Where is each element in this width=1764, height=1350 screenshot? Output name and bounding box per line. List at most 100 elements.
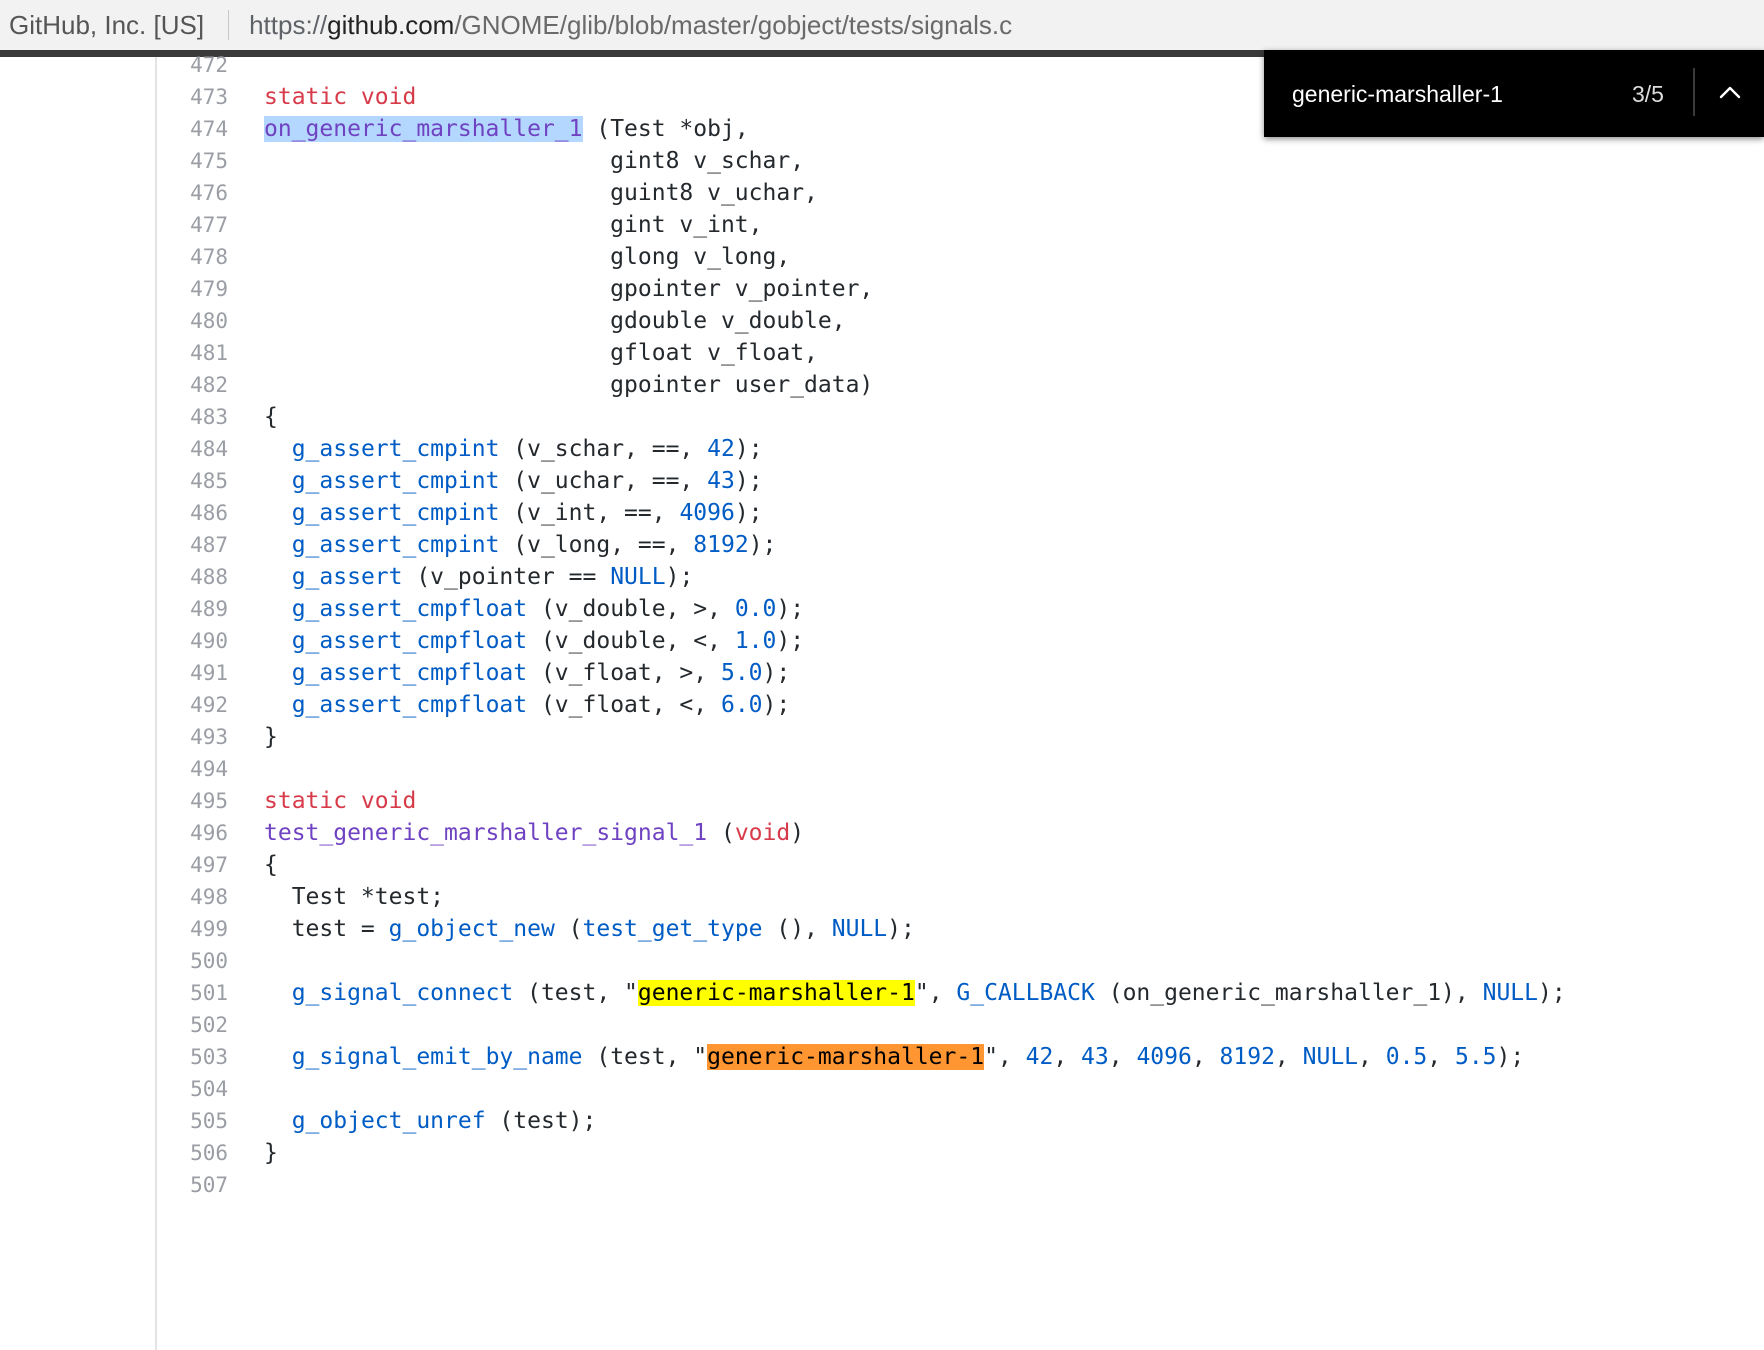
code-view[interactable]: 472 473 static void 474 on_generic_marshalle… bbox=[0, 53, 1764, 1350]
line-code: static void bbox=[264, 79, 416, 115]
code-line: 484 g_assert_cmpint (v_schar, ==, 42); bbox=[0, 431, 1764, 467]
code-token: glong v_long, bbox=[264, 244, 791, 270]
line-number[interactable]: 478 bbox=[160, 239, 228, 275]
code-token: gdouble v_double, bbox=[264, 308, 846, 334]
line-code: { bbox=[264, 847, 278, 883]
line-number[interactable]: 496 bbox=[160, 815, 228, 851]
line-number[interactable]: 487 bbox=[160, 527, 228, 563]
code-token: ); bbox=[776, 628, 805, 654]
line-number[interactable]: 492 bbox=[160, 687, 228, 723]
code-line: 501 g_signal_connect (test, "generic-mar… bbox=[0, 975, 1764, 1011]
line-code: gpointer v_pointer, bbox=[264, 271, 873, 307]
line-number[interactable]: 479 bbox=[160, 271, 228, 307]
line-code: gdouble v_double, bbox=[264, 303, 846, 339]
code-token: (Test *obj, bbox=[582, 116, 749, 142]
code-token: ); bbox=[734, 500, 763, 526]
code-token: guint8 v_uchar, bbox=[264, 180, 818, 206]
code-token: ); bbox=[762, 660, 791, 686]
code-token: 4096 bbox=[1136, 1044, 1192, 1070]
code-line: 475 gint8 v_schar, bbox=[0, 143, 1764, 179]
line-number[interactable]: 489 bbox=[160, 591, 228, 627]
line-number[interactable]: 475 bbox=[160, 143, 228, 179]
code-token: (v_pointer == bbox=[402, 564, 611, 590]
line-code: g_signal_emit_by_name (test, "generic-ma… bbox=[264, 1039, 1524, 1075]
line-number[interactable]: 486 bbox=[160, 495, 228, 531]
line-number[interactable]: 497 bbox=[160, 847, 228, 883]
code-token: (v_int, ==, bbox=[499, 500, 680, 526]
address-bar[interactable]: GitHub, Inc. [US] https://github.com/GNO… bbox=[0, 0, 1764, 50]
line-number[interactable]: 495 bbox=[160, 783, 228, 819]
code-line: 492 g_assert_cmpfloat (v_float, <, 6.0); bbox=[0, 687, 1764, 723]
line-number[interactable]: 477 bbox=[160, 207, 228, 243]
line-number[interactable]: 472 bbox=[160, 47, 228, 83]
find-query-input[interactable]: generic-marshaller-1 bbox=[1292, 81, 1503, 108]
line-code: } bbox=[264, 719, 278, 755]
code-token: (v_float, >, bbox=[527, 660, 721, 686]
code-token: (v_schar, ==, bbox=[499, 436, 708, 462]
line-code: glong v_long, bbox=[264, 239, 790, 275]
code-token: { bbox=[264, 852, 278, 878]
line-number[interactable]: 498 bbox=[160, 879, 228, 915]
line-code: gint8 v_schar, bbox=[264, 143, 804, 179]
code-token: (v_uchar, ==, bbox=[499, 468, 708, 494]
code-token: 8192 bbox=[693, 532, 749, 558]
code-token: static void bbox=[264, 788, 417, 814]
code-line: 499 test = g_object_new (test_get_type (… bbox=[0, 911, 1764, 947]
line-number[interactable]: 490 bbox=[160, 623, 228, 659]
line-number[interactable]: 485 bbox=[160, 463, 228, 499]
line-number[interactable]: 474 bbox=[160, 111, 228, 147]
selected-text: on_generic_marshaller_1 bbox=[264, 116, 583, 142]
line-code: g_assert_cmpfloat (v_double, >, 0.0); bbox=[264, 591, 804, 627]
code-line: 495 static void bbox=[0, 783, 1764, 819]
code-token: 0.5 bbox=[1385, 1044, 1428, 1070]
code-token: G_CALLBACK bbox=[956, 980, 1095, 1006]
code-token: g_object_unref bbox=[291, 1108, 486, 1134]
code-token: , bbox=[1427, 1044, 1455, 1070]
code-token: 1.0 bbox=[734, 628, 777, 654]
code-token: ); bbox=[1538, 980, 1566, 1006]
line-code: static void bbox=[264, 783, 416, 819]
line-number[interactable]: 494 bbox=[160, 751, 228, 787]
line-code: Test *test; bbox=[264, 879, 444, 915]
code-token: g_assert_cmpfloat bbox=[291, 628, 528, 654]
code-line: 476 guint8 v_uchar, bbox=[0, 175, 1764, 211]
line-number[interactable]: 501 bbox=[160, 975, 228, 1011]
line-number[interactable]: 502 bbox=[160, 1007, 228, 1043]
line-number[interactable]: 476 bbox=[160, 175, 228, 211]
code-line: 481 gfloat v_float, bbox=[0, 335, 1764, 371]
line-number[interactable]: 506 bbox=[160, 1135, 228, 1171]
line-number[interactable]: 499 bbox=[160, 911, 228, 947]
line-number[interactable]: 507 bbox=[160, 1167, 228, 1203]
line-number[interactable]: 483 bbox=[160, 399, 228, 435]
address-separator bbox=[228, 10, 230, 40]
code-token: g_assert_cmpfloat bbox=[291, 692, 528, 718]
code-line: 478 glong v_long, bbox=[0, 239, 1764, 275]
code-token: ); bbox=[734, 436, 763, 462]
find-previous-button[interactable] bbox=[1705, 64, 1755, 120]
line-code: g_assert_cmpint (v_int, ==, 4096); bbox=[264, 495, 763, 531]
code-line: 496 test_generic_marshaller_signal_1 (voi… bbox=[0, 815, 1764, 851]
line-number[interactable]: 503 bbox=[160, 1039, 228, 1075]
code-token: (), bbox=[762, 916, 832, 942]
line-number[interactable]: 505 bbox=[160, 1103, 228, 1139]
search-match-highlight: generic-marshaller-1 bbox=[637, 980, 915, 1006]
line-code: g_assert (v_pointer == NULL); bbox=[264, 559, 694, 595]
code-token: , bbox=[1053, 1044, 1082, 1070]
site-certificate-label[interactable]: GitHub, Inc. [US] bbox=[0, 10, 204, 41]
line-number[interactable]: 491 bbox=[160, 655, 228, 691]
line-number[interactable]: 488 bbox=[160, 559, 228, 595]
line-number[interactable]: 500 bbox=[160, 943, 228, 979]
line-number[interactable]: 493 bbox=[160, 719, 228, 755]
line-number[interactable]: 480 bbox=[160, 303, 228, 339]
line-number[interactable]: 482 bbox=[160, 367, 228, 403]
code-token: void bbox=[734, 820, 791, 846]
line-number[interactable]: 504 bbox=[160, 1071, 228, 1107]
code-token: gint v_int, bbox=[264, 212, 763, 238]
line-number[interactable]: 473 bbox=[160, 79, 228, 115]
line-number[interactable]: 484 bbox=[160, 431, 228, 467]
line-number[interactable]: 481 bbox=[160, 335, 228, 371]
code-token: ); bbox=[665, 564, 694, 590]
